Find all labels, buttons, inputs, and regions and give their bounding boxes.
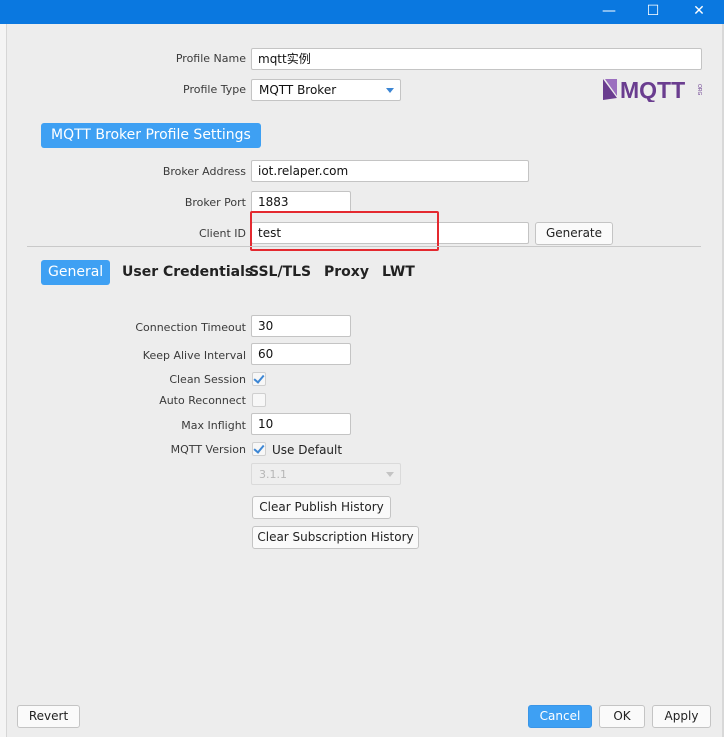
maximize-button[interactable]: ☐ [630,0,676,24]
auto-reconnect-label: Auto Reconnect [159,394,246,407]
connection-timeout-input[interactable]: 30 [251,315,351,337]
mqtt-version-select: 3.1.1 [251,463,401,485]
clean-session-checkbox[interactable] [252,372,266,386]
checkmark-icon [253,372,265,384]
title-bar: — ☐ ✕ [0,0,724,24]
broker-address-label: Broker Address [162,165,246,178]
broker-section-header: MQTT Broker Profile Settings [41,123,261,148]
section-divider [27,246,701,247]
max-inflight-label: Max Inflight [181,419,246,432]
use-default-label: Use Default [272,443,343,457]
mqtt-version-value: 3.1.1 [259,468,287,481]
connection-timeout-label: Connection Timeout [135,321,246,334]
tab-general[interactable]: General [41,260,111,285]
broker-port-input[interactable]: 1883 [251,191,351,213]
mqtt-version-label: MQTT Version [170,443,246,456]
client-id-label: Client ID [198,227,246,240]
logo-small-text: ORG [696,84,702,96]
profile-type-select[interactable]: MQTT Broker [251,79,401,101]
profile-name-input[interactable]: mqtt实例 [251,48,702,70]
ok-button[interactable]: OK [599,705,645,728]
mqtt-logo-icon: MQTT ORG [603,77,702,102]
use-default-checkbox[interactable] [252,442,266,456]
clean-session-label: Clean Session [169,373,246,386]
chevron-down-icon [386,472,394,477]
keep-alive-input[interactable]: 60 [251,343,351,365]
clear-publish-history-button[interactable]: Clear Publish History [252,496,391,519]
auto-reconnect-checkbox[interactable] [252,393,266,407]
max-inflight-input[interactable]: 10 [251,413,351,435]
tab-lwt[interactable]: LWT [382,260,415,285]
close-button[interactable]: ✕ [676,0,722,24]
broker-port-label: Broker Port [184,196,246,209]
chevron-down-icon [386,88,394,93]
tab-ssl-tls[interactable]: SSL/TLS [249,260,311,285]
close-icon: ✕ [693,3,705,19]
broker-address-input[interactable]: iot.relaper.com [251,160,529,182]
maximize-icon: ☐ [646,3,660,19]
clear-subscription-history-button[interactable]: Clear Subscription History [252,526,419,549]
apply-button[interactable]: Apply [652,705,711,728]
tab-user-credentials[interactable]: User Credentials [122,260,253,285]
cancel-button[interactable]: Cancel [528,705,592,728]
logo-text: MQTT [620,77,685,102]
revert-button[interactable]: Revert [17,705,80,728]
tab-proxy[interactable]: Proxy [324,260,369,285]
profile-name-label: Profile Name [175,52,246,65]
client-id-highlight [250,211,439,251]
profile-settings-window: — ☐ ✕ Profile Name mqtt实例 Profile Type M… [0,0,724,737]
checkmark-icon [253,442,265,454]
minimize-button[interactable]: — [586,0,632,24]
keep-alive-label: Keep Alive Interval [142,349,246,362]
generate-button[interactable]: Generate [535,222,613,245]
profile-type-label: Profile Type [183,83,246,96]
profile-type-value: MQTT Broker [259,83,337,97]
minimize-icon: — [602,3,616,19]
window-left-edge [0,24,7,737]
